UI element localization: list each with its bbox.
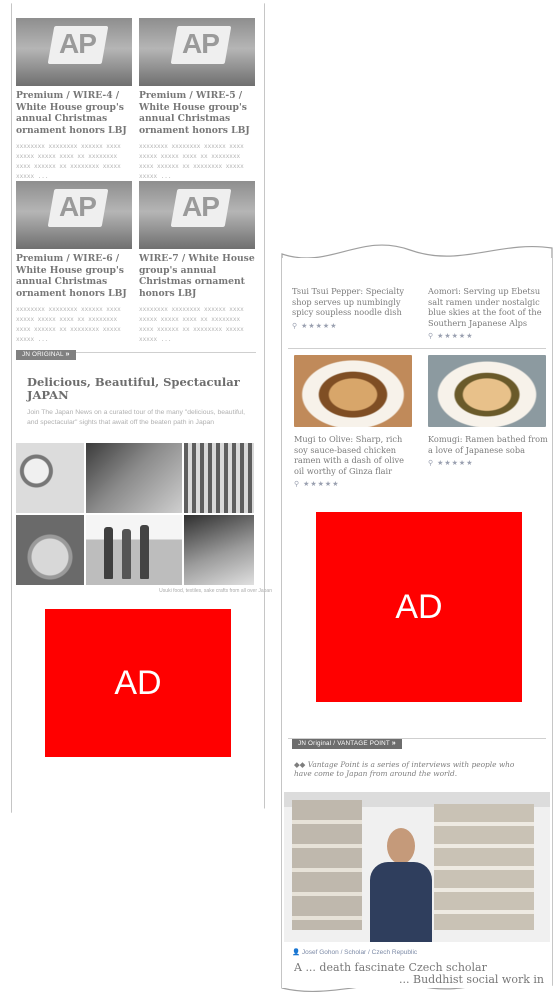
list-item[interactable]: Komugi: Ramen bathed from a love of Japa… bbox=[428, 434, 548, 467]
photo-caption: Usuki food, textiles, sake crafts from a… bbox=[159, 588, 272, 594]
card-title[interactable]: WIRE-7 / White House group's annual Chri… bbox=[139, 253, 255, 299]
jn-original-chip[interactable]: JN ORIGINAL » bbox=[16, 350, 76, 360]
ad-banner[interactable]: AD bbox=[45, 609, 231, 757]
right-page-fragment: Tsui Tsui Pepper: Specialty shop serves … bbox=[282, 258, 552, 988]
list-divider bbox=[288, 348, 546, 349]
location-pin-icon: ⚲ bbox=[294, 481, 301, 488]
grid-photo-shelves bbox=[184, 443, 254, 513]
bookshelf bbox=[434, 804, 534, 930]
card-title[interactable]: Premium / WIRE-4 / White House group's a… bbox=[16, 90, 132, 136]
card-snippet: xxxxxxxx xxxxxxxx xxxxxx xxxx xxxxx xxxx… bbox=[16, 143, 121, 180]
card-snippet: xxxxxxxx xxxxxxxx xxxxxx xxxx xxxxx xxxx… bbox=[139, 143, 244, 180]
list-item[interactable]: Aomori: Serving up Ebetsu salt ramen und… bbox=[428, 286, 550, 340]
grid-photo-ceramics bbox=[16, 443, 84, 513]
vantage-point-chip[interactable]: JN Original / VANTAGE POINT » bbox=[292, 739, 402, 749]
item-title[interactable]: Komugi: Ramen bathed from a love of Japa… bbox=[428, 434, 548, 455]
grid-photo-sake-bottles bbox=[86, 515, 182, 585]
news-card[interactable]: AP WIRE-7 / White House group's annual C… bbox=[139, 181, 255, 345]
card-title[interactable]: Premium / WIRE-5 / White House group's a… bbox=[139, 90, 255, 136]
person-head bbox=[387, 828, 415, 864]
list-item[interactable]: Mugi to Olive: Sharp, rich soy sauce-bas… bbox=[294, 434, 416, 488]
ap-photo: AP bbox=[139, 181, 255, 249]
news-card[interactable]: AP Premium / WIRE-6 / White House group'… bbox=[16, 181, 132, 345]
rating-stars: ⚲ ★★★★★ bbox=[294, 481, 340, 488]
section-description: Join The Japan News on a curated tour of… bbox=[27, 409, 246, 426]
grid-photo-train bbox=[86, 443, 182, 513]
vantage-intro: ◆◆ Vantage Point is a series of intervie… bbox=[294, 760, 515, 778]
grid-photo-basket bbox=[16, 515, 84, 585]
item-title[interactable]: Aomori: Serving up Ebetsu salt ramen und… bbox=[428, 286, 550, 328]
grid-photo-craftsman bbox=[184, 515, 254, 585]
location-pin-icon: ⚲ bbox=[428, 460, 435, 467]
byline[interactable]: 👤 Josef Gohon / Scholar / Czech Republic bbox=[292, 948, 417, 956]
news-card[interactable]: AP Premium / WIRE-5 / White House group'… bbox=[139, 18, 255, 182]
rating-stars: ⚲ ★★★★★ bbox=[292, 322, 338, 330]
headline-partial[interactable]: ... Buddhist social work in bbox=[294, 974, 544, 986]
location-pin-icon: ⚲ bbox=[292, 322, 299, 330]
person-body bbox=[370, 862, 432, 942]
location-pin-icon: ⚲ bbox=[428, 333, 435, 340]
item-title[interactable]: Mugi to Olive: Sharp, rich soy sauce-bas… bbox=[294, 434, 416, 476]
card-snippet: xxxxxxxx xxxxxxxx xxxxxx xxxx xxxxx xxxx… bbox=[16, 306, 121, 343]
person-icon: 👤 bbox=[292, 949, 301, 956]
item-title[interactable]: Tsui Tsui Pepper: Specialty shop serves … bbox=[292, 286, 416, 318]
news-card[interactable]: AP Premium / WIRE-4 / White House group'… bbox=[16, 18, 132, 182]
ramen-photo[interactable] bbox=[428, 355, 546, 427]
section-title[interactable]: Delicious, Beautiful, Spectacular JAPAN bbox=[27, 376, 247, 402]
left-page-fragment: AP Premium / WIRE-4 / White House group'… bbox=[12, 0, 272, 830]
card-snippet: xxxxxxxx xxxxxxxx xxxxxx xxxx xxxxx xxxx… bbox=[139, 306, 244, 343]
ad-banner[interactable]: AD bbox=[316, 512, 522, 702]
ramen-photo[interactable] bbox=[294, 355, 412, 427]
ap-photo: AP bbox=[16, 181, 132, 249]
rating-stars: ⚲ ★★★★★ bbox=[428, 460, 474, 467]
ap-photo: AP bbox=[16, 18, 132, 86]
interview-photo[interactable] bbox=[284, 792, 550, 942]
list-item[interactable]: Tsui Tsui Pepper: Specialty shop serves … bbox=[292, 286, 416, 330]
rating-stars: ⚲ ★★★★★ bbox=[428, 333, 474, 340]
bookshelf bbox=[292, 800, 362, 930]
headline-partial[interactable]: A ... death fascinate Czech scholar bbox=[294, 962, 544, 974]
card-title[interactable]: Premium / WIRE-6 / White House group's a… bbox=[16, 253, 132, 299]
ap-photo: AP bbox=[139, 18, 255, 86]
diamond-bullets-icon: ◆◆ bbox=[294, 760, 306, 769]
